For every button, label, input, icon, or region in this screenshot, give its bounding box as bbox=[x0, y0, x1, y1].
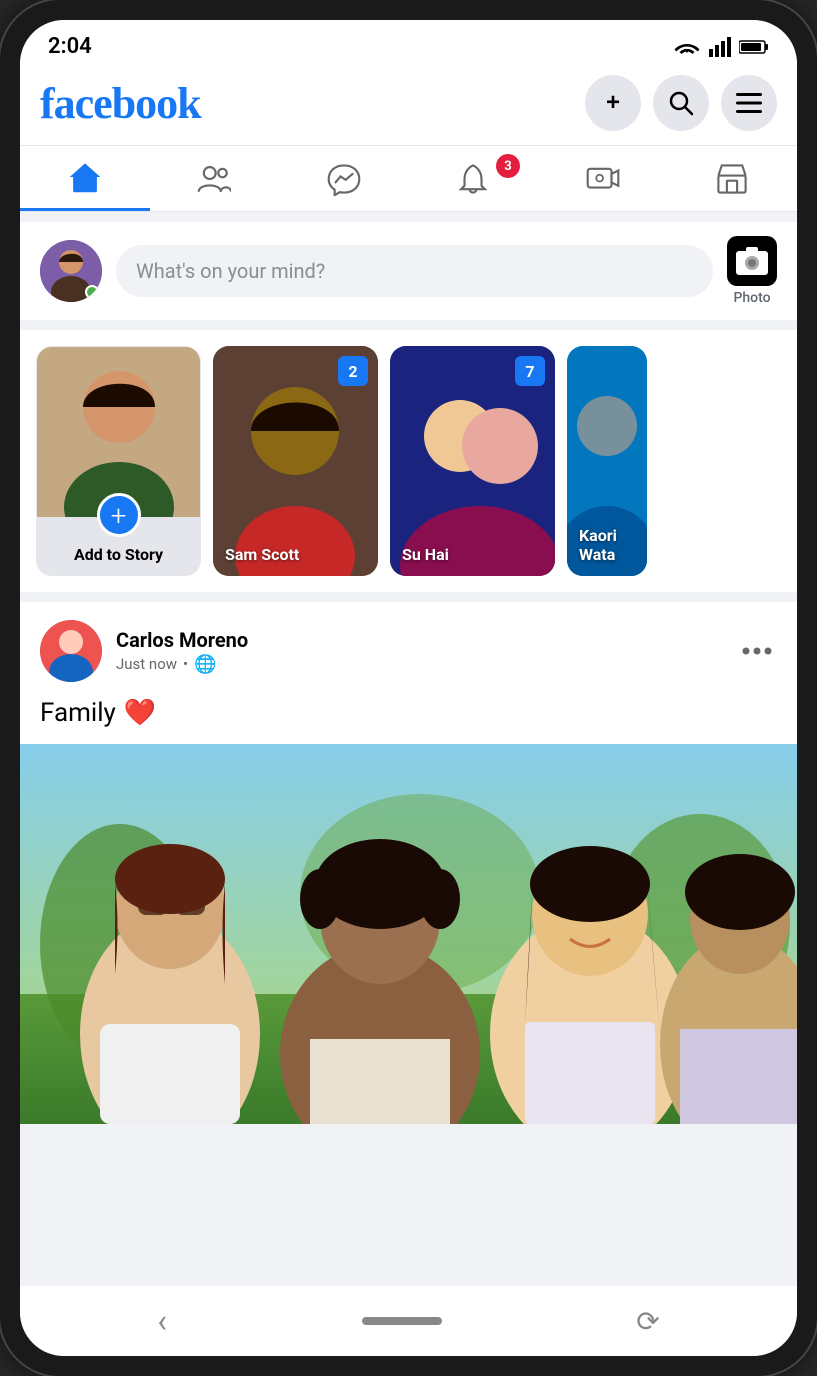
photo-icon bbox=[727, 236, 777, 286]
post-header: Carlos Moreno Just now • 🌐 bbox=[20, 602, 797, 694]
add-story-image: + bbox=[37, 347, 200, 517]
story-kaori[interactable]: Kaori Wata bbox=[567, 346, 647, 576]
tab-watch[interactable] bbox=[538, 146, 668, 211]
post-input[interactable]: What's on your mind? bbox=[116, 245, 713, 297]
story-sam-scott[interactable]: 2 Sam Scott bbox=[213, 346, 378, 576]
status-bar: 2:04 bbox=[20, 20, 797, 67]
wifi-icon bbox=[673, 37, 701, 57]
post-user-info: Carlos Moreno Just now • 🌐 bbox=[116, 628, 723, 675]
add-story-avatar bbox=[37, 347, 201, 517]
post-author-name: Carlos Moreno bbox=[116, 628, 723, 652]
post-more-button[interactable] bbox=[737, 631, 777, 671]
status-time: 2:04 bbox=[48, 34, 92, 59]
header-icons: + bbox=[585, 75, 777, 131]
post-time: Just now bbox=[116, 655, 177, 673]
store-icon bbox=[715, 162, 749, 196]
notification-badge: 3 bbox=[496, 154, 520, 178]
story-sam-name: Sam Scott bbox=[225, 545, 299, 564]
video-icon bbox=[586, 162, 620, 196]
story-kaori-name: Kaori Wata bbox=[579, 526, 647, 564]
home-indicator bbox=[362, 1317, 442, 1325]
nav-tabs: 3 bbox=[20, 145, 797, 212]
story-suhai[interactable]: 7 Su Hai bbox=[390, 346, 555, 576]
post-card: Carlos Moreno Just now • 🌐 bbox=[20, 602, 797, 1124]
tab-friends[interactable] bbox=[150, 146, 280, 211]
search-icon bbox=[668, 90, 694, 116]
stories-section: + Add to Story bbox=[20, 330, 797, 592]
header: facebook + bbox=[20, 67, 797, 145]
battery-icon bbox=[739, 39, 769, 55]
add-button[interactable]: + bbox=[585, 75, 641, 131]
hamburger-icon bbox=[736, 93, 762, 113]
add-story-card[interactable]: + Add to Story bbox=[36, 346, 201, 576]
add-story-label: Add to Story bbox=[74, 545, 163, 564]
online-indicator bbox=[85, 285, 99, 299]
menu-button[interactable] bbox=[721, 75, 777, 131]
story-sam-count: 2 bbox=[338, 356, 368, 386]
photo-button[interactable]: Photo bbox=[727, 236, 777, 306]
tab-notifications[interactable]: 3 bbox=[409, 146, 539, 211]
tab-store[interactable] bbox=[668, 146, 798, 211]
photo-label: Photo bbox=[733, 290, 770, 306]
post-dot: • bbox=[183, 655, 188, 673]
post-privacy-icon: 🌐 bbox=[194, 654, 216, 675]
tab-messenger[interactable] bbox=[279, 146, 409, 211]
story-suhai-name: Su Hai bbox=[402, 545, 449, 564]
back-button[interactable]: ‹ bbox=[157, 1302, 167, 1340]
home-icon bbox=[68, 160, 102, 194]
post-meta: Just now • 🌐 bbox=[116, 654, 723, 675]
post-image bbox=[20, 744, 797, 1124]
story-suhai-count: 7 bbox=[515, 356, 545, 386]
phone-screen: 2:04 bbox=[20, 20, 797, 1356]
more-dots-icon bbox=[742, 647, 772, 655]
bottom-nav: ‹ ⟳ bbox=[20, 1286, 797, 1356]
post-author-avatar bbox=[40, 620, 102, 682]
signal-icon bbox=[709, 37, 731, 57]
post-emoji: ❤️ bbox=[124, 698, 156, 728]
rotate-button[interactable]: ⟳ bbox=[636, 1305, 659, 1338]
post-text-content: Family bbox=[40, 698, 116, 728]
facebook-logo: facebook bbox=[40, 78, 201, 129]
status-icons bbox=[673, 37, 769, 57]
tab-home[interactable] bbox=[20, 146, 150, 211]
family-photo-image bbox=[20, 744, 797, 1124]
post-text: Family ❤️ bbox=[20, 694, 797, 744]
friends-icon bbox=[197, 162, 231, 196]
user-avatar bbox=[40, 240, 102, 302]
bell-icon bbox=[456, 162, 490, 196]
camera-photo-icon bbox=[734, 243, 770, 279]
post-author-avatar-img bbox=[40, 620, 102, 682]
messenger-icon bbox=[327, 162, 361, 196]
phone-frame: 2:04 bbox=[0, 0, 817, 1376]
add-story-plus: + bbox=[97, 493, 141, 537]
search-button[interactable] bbox=[653, 75, 709, 131]
scroll-area: What's on your mind? Photo bbox=[20, 212, 797, 1286]
composer: What's on your mind? Photo bbox=[20, 222, 797, 320]
